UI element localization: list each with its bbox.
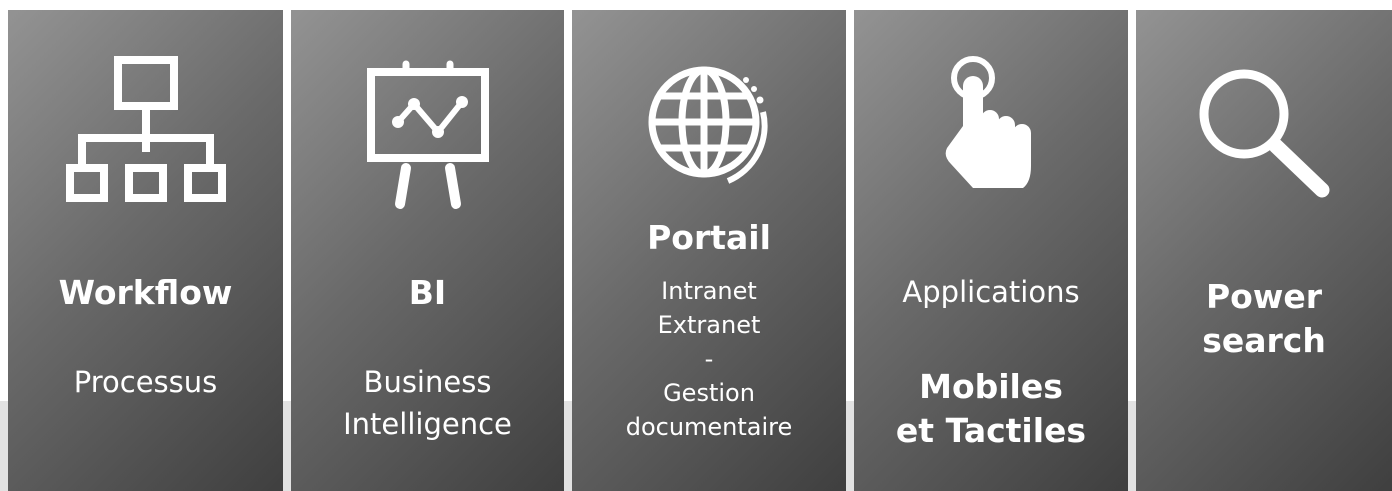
panel-line: - (704, 345, 714, 373)
panel-subtitle-line: et Tactiles (895, 411, 1087, 450)
touch-hand-icon (854, 54, 1128, 194)
panel-line: Intranet (661, 277, 757, 305)
panel-applications[interactable]: Applications Mobiles et Tactiles (854, 10, 1128, 491)
panel-line: Extranet (657, 311, 761, 339)
panel-title: Workflow (58, 273, 233, 312)
panel-subtitle-line: Mobiles (919, 367, 1063, 406)
panel-subtitle-line: Intelligence (343, 407, 512, 441)
services-banner: Workflow Processus BI Business Intellige… (0, 0, 1392, 491)
panel-title: BI (408, 273, 447, 312)
panel-line: documentaire (625, 413, 793, 441)
globe-icon (572, 60, 846, 186)
panel-portail[interactable]: Portail Intranet Extranet - Gestion docu… (572, 10, 846, 491)
org-chart-icon (8, 56, 283, 206)
panel-line: Gestion (663, 379, 755, 407)
panel-power-search[interactable]: Power search (1136, 10, 1392, 491)
panel-title-line: Power (1206, 277, 1322, 316)
panel-title: Portail (647, 218, 771, 257)
panel-bi[interactable]: BI Business Intelligence (291, 10, 564, 491)
presentation-chart-icon (291, 60, 564, 209)
panel-title: Applications (902, 275, 1080, 309)
magnifier-icon (1136, 68, 1392, 200)
panel-subtitle: Processus (73, 365, 218, 399)
panel-subtitle-line: Business (363, 365, 492, 399)
panel-workflow[interactable]: Workflow Processus (8, 10, 283, 491)
panel-title-line: search (1202, 321, 1326, 360)
